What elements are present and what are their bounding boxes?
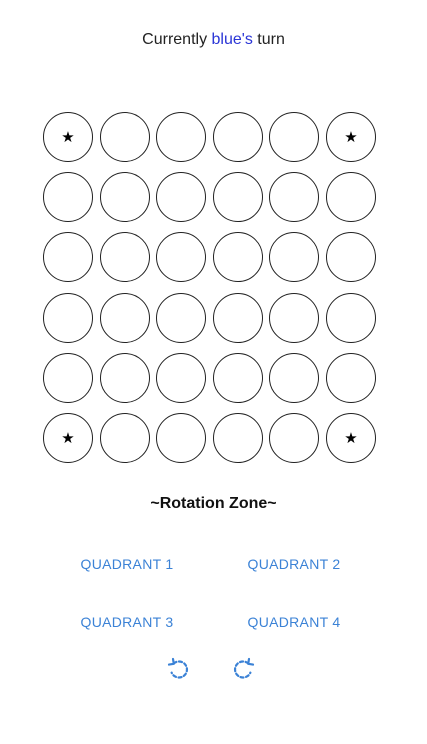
star-icon: ★: [344, 127, 358, 146]
board-cell-r4-c6[interactable]: [326, 292, 376, 343]
board-cell-r5-c1[interactable]: [43, 352, 93, 403]
board-cell-r5-c4[interactable]: [212, 352, 263, 403]
board-cell-r4-c5[interactable]: [269, 292, 320, 343]
board-cell-r1-c2[interactable]: [99, 112, 150, 162]
board-cell-r2-c6[interactable]: [326, 172, 376, 223]
board-cell-r1-c6[interactable]: ★: [326, 112, 376, 162]
board-cell-r6-c2[interactable]: [99, 413, 150, 463]
board-cell-r5-c5[interactable]: [269, 352, 320, 403]
star-icon: ★: [61, 428, 75, 447]
quadrant-1-button[interactable]: QUADRANT 1: [57, 548, 197, 580]
board-cell-r6-c6[interactable]: ★: [326, 413, 376, 463]
board-cell-r2-c1[interactable]: [43, 172, 93, 223]
board-cell-r6-c3[interactable]: [156, 413, 207, 463]
board-cell-r5-c2[interactable]: [99, 352, 150, 403]
board-cell-r4-c2[interactable]: [99, 292, 150, 343]
board-cell-r5-c6[interactable]: [326, 352, 376, 403]
board-cell-r2-c5[interactable]: [269, 172, 320, 223]
turn-indicator: Currently blue's turn: [0, 30, 427, 50]
board-cell-r3-c2[interactable]: [99, 232, 150, 283]
rotation-zone-title: ~Rotation Zone~: [150, 495, 277, 512]
board-cell-r1-c4[interactable]: [212, 112, 263, 162]
board-cell-r3-c4[interactable]: [212, 232, 263, 283]
rotate-clockwise-icon: [233, 657, 255, 679]
board-cell-r3-c5[interactable]: [269, 232, 320, 283]
rotate-counterclockwise-button[interactable]: [164, 654, 194, 684]
quadrant-3-button[interactable]: QUADRANT 3: [57, 606, 197, 638]
board-cell-r1-c5[interactable]: [269, 112, 320, 162]
board-cell-r1-c3[interactable]: [156, 112, 207, 162]
board-cell-r6-c4[interactable]: [212, 413, 263, 463]
current-player: blue's: [211, 31, 253, 48]
game-board: ★ ★ ★ ★: [43, 112, 379, 465]
board-cell-r2-c4[interactable]: [212, 172, 263, 223]
board-cell-r4-c1[interactable]: [43, 292, 93, 343]
board-cell-r5-c3[interactable]: [156, 352, 207, 403]
board-cell-r3-c1[interactable]: [43, 232, 93, 283]
rotate-counterclockwise-icon: [167, 657, 189, 679]
quadrant-4-button[interactable]: QUADRANT 4: [224, 606, 364, 638]
board-cell-r2-c2[interactable]: [99, 172, 150, 223]
rotate-clockwise-button[interactable]: [228, 654, 258, 684]
turn-prefix: Currently: [142, 31, 212, 48]
turn-suffix: turn: [252, 31, 285, 48]
board-cell-r4-c4[interactable]: [212, 292, 263, 343]
board-cell-r1-c1[interactable]: ★: [43, 112, 93, 162]
board-cell-r3-c3[interactable]: [156, 232, 207, 283]
quadrant-2-button[interactable]: QUADRANT 2: [224, 548, 364, 580]
star-icon: ★: [61, 127, 75, 146]
star-icon: ★: [344, 428, 358, 447]
board-cell-r6-c1[interactable]: ★: [43, 413, 93, 463]
board-cell-r6-c5[interactable]: [269, 413, 320, 463]
board-cell-r2-c3[interactable]: [156, 172, 207, 223]
board-cell-r3-c6[interactable]: [326, 232, 376, 283]
board-cell-r4-c3[interactable]: [156, 292, 207, 343]
